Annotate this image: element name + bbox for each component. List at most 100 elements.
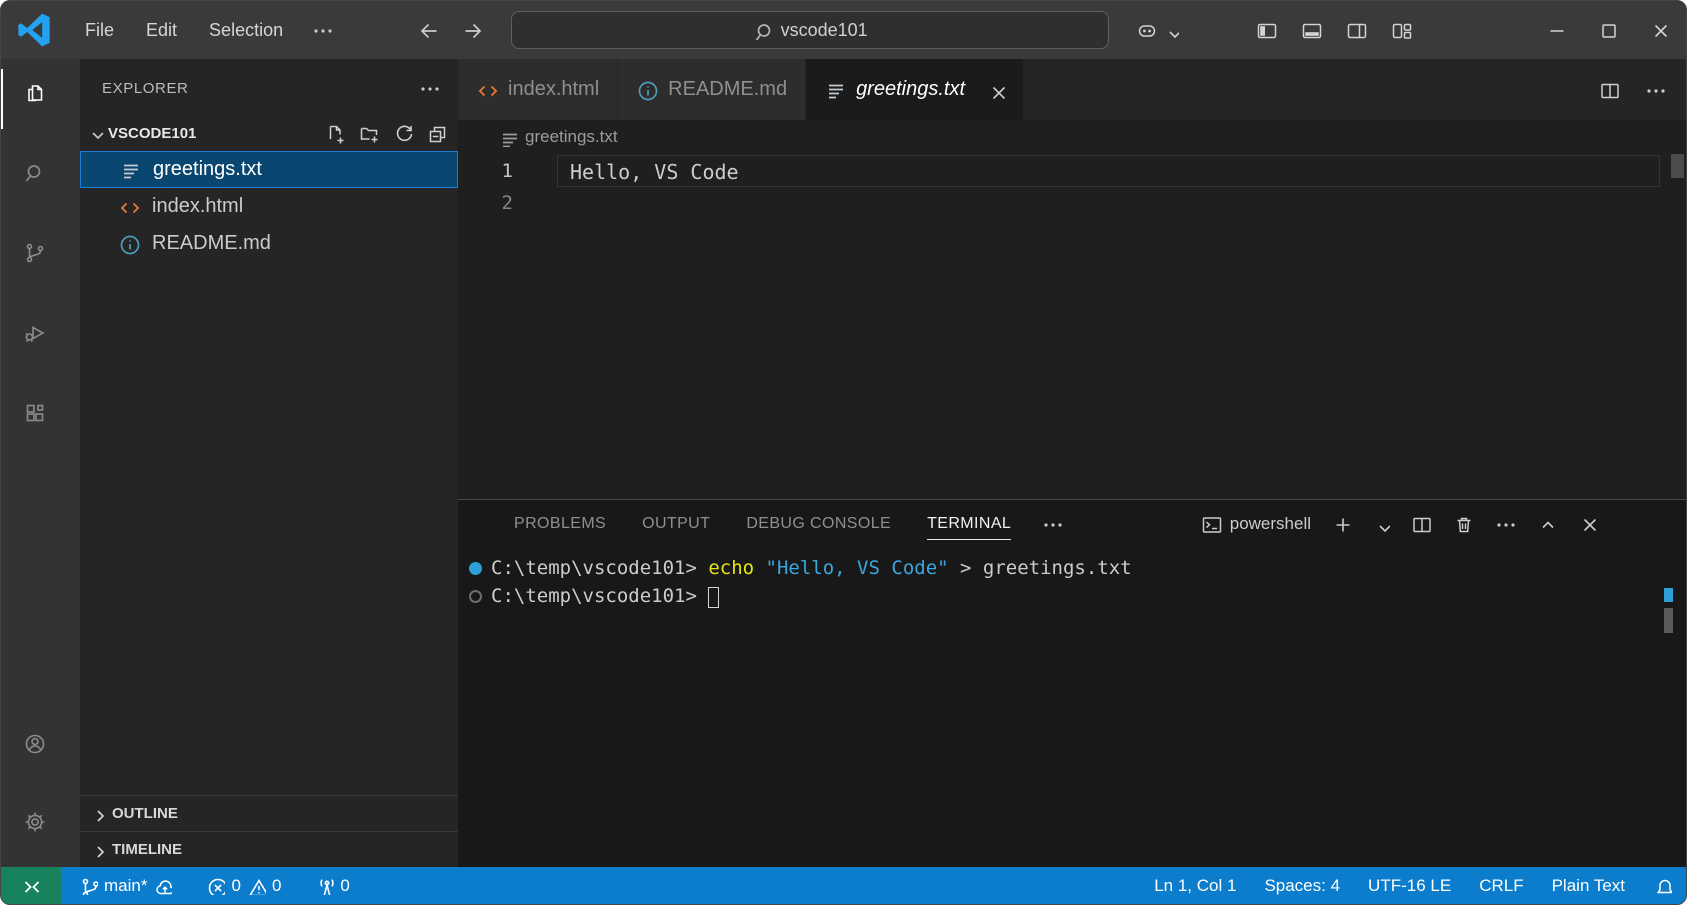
terminal-view[interactable]: C:\temp\vscode101> echo "Hello, VS Code"… [458,548,1686,867]
new-terminal-icon[interactable] [1331,513,1353,535]
sidebar-bottom-sections: OUTLINE TIMELINE [80,795,458,867]
customize-layout-icon[interactable] [1390,19,1412,41]
explorer-toolbar [324,122,448,144]
window-controls [1530,1,1686,59]
line-text: Hello, VS Code [557,155,1660,187]
breadcrumbs[interactable]: greetings.txt [458,120,1686,154]
workspace-section-header[interactable]: VSCODE101 [80,115,458,151]
activity-run-debug[interactable] [1,299,80,379]
toggle-secondary-sidebar-icon[interactable] [1345,19,1367,41]
indentation[interactable]: Spaces: 4 [1250,876,1354,896]
tab-index-html[interactable]: index.html [458,59,618,120]
search-value: vscode101 [781,20,868,41]
file-row-readme[interactable]: README.md [80,225,458,262]
close-button[interactable] [1634,1,1686,59]
eol-sequence[interactable]: CRLF [1465,876,1537,896]
terminal-prompt: C:\temp\vscode101> [491,585,708,607]
close-tab-button[interactable] [987,81,1005,99]
panel-tab-output[interactable]: OUTPUT [642,509,710,539]
activity-extensions[interactable] [1,379,80,459]
more-actions-icon[interactable] [1494,513,1516,535]
toggle-panel-icon[interactable] [1300,19,1322,41]
terminal-command: echo [708,557,765,579]
chevron-right-icon [88,804,108,824]
toggle-sidebar-icon[interactable] [1255,19,1277,41]
launch-profile-chevron-icon[interactable] [1373,516,1390,533]
activity-accounts[interactable] [1,711,80,789]
problems-status[interactable]: 0 0 [196,867,291,904]
notifications[interactable] [1639,876,1686,895]
branch-status[interactable]: main* [69,867,182,904]
editor-scrollbar-thumb[interactable] [1671,154,1684,178]
chevron-right-icon [88,840,108,860]
code-line-2: 2 [458,187,1686,219]
remote-icon [20,875,42,897]
menu-file[interactable]: File [69,14,130,47]
go-forward-button[interactable] [457,15,487,45]
kill-terminal-icon[interactable] [1452,513,1474,535]
prompt-decoration-icon[interactable] [469,590,482,603]
menu-more-button[interactable] [299,13,345,47]
copilot-button[interactable] [1135,19,1179,41]
close-panel-icon[interactable] [1578,513,1600,535]
split-terminal-icon[interactable] [1410,513,1432,535]
radio-tower-icon [315,876,334,895]
explorer-sidebar: EXPLORER VSCODE101 greetings.txt [80,59,458,867]
panel-more-tabs-button[interactable] [1041,513,1063,535]
new-file-icon[interactable] [324,122,346,144]
activity-source-control[interactable] [1,219,80,299]
scrollbar-command-mark [1664,588,1673,602]
panel-tab-terminal[interactable]: TERMINAL [927,509,1011,540]
ports-count: 0 [340,876,349,896]
maximize-button[interactable] [1582,1,1634,59]
vscode-logo-icon [17,13,51,47]
activity-settings[interactable] [1,789,80,867]
tab-greetings-txt[interactable]: greetings.txt [806,59,1024,120]
tab-label: greetings.txt [856,78,965,101]
code-line-1: 1 Hello, VS Code [458,155,1686,187]
indentation-label: Spaces: 4 [1264,876,1340,896]
minimize-button[interactable] [1530,1,1582,59]
activity-explorer[interactable] [1,59,80,139]
errors-count: 0 [231,876,240,896]
explorer-more-actions-button[interactable] [418,77,440,99]
panel-tab-debug-console[interactable]: DEBUG CONSOLE [746,509,891,539]
collapse-folders-icon[interactable] [426,122,448,144]
vscode-window: File Edit Selection vscode101 [0,0,1687,905]
maximize-panel-icon[interactable] [1536,513,1558,535]
encoding-label: UTF-16 LE [1368,876,1451,896]
cursor-position[interactable]: Ln 1, Col 1 [1140,876,1250,896]
outline-section-header[interactable]: OUTLINE [80,795,458,831]
warnings-icon [247,876,266,895]
terminal-actions: powershell [1200,513,1686,535]
html-file-icon [476,79,498,101]
timeline-section-header[interactable]: TIMELINE [80,831,458,867]
command-center-search[interactable]: vscode101 [511,11,1109,49]
encoding[interactable]: UTF-16 LE [1354,876,1465,896]
ports-status[interactable]: 0 [305,867,359,904]
file-row-index[interactable]: index.html [80,188,458,225]
refresh-icon[interactable] [392,122,414,144]
tab-label: README.md [668,78,787,101]
new-folder-icon[interactable] [358,122,380,144]
activity-search[interactable] [1,139,80,219]
active-terminal-shell[interactable]: powershell [1200,513,1311,535]
file-row-greetings[interactable]: greetings.txt [80,151,458,188]
split-editor-icon[interactable] [1598,79,1620,101]
panel-tab-problems[interactable]: PROBLEMS [514,509,606,539]
file-name: greetings.txt [153,158,262,181]
code-editor[interactable]: 1 Hello, VS Code 2 [458,154,1686,499]
remote-indicator[interactable] [1,867,61,904]
breadcrumb-item: greetings.txt [525,127,618,147]
tab-readme-md[interactable]: README.md [618,59,806,120]
command-decoration-icon[interactable] [469,562,482,575]
more-actions-icon[interactable] [1644,79,1666,101]
outline-label: OUTLINE [112,805,178,822]
terminal-scrollbar-thumb[interactable] [1664,608,1673,633]
menu-selection[interactable]: Selection [193,14,299,47]
go-back-button[interactable] [413,15,443,45]
source-control-icon [23,241,59,277]
language-mode[interactable]: Plain Text [1538,876,1639,896]
status-bar: main* 0 0 0 Ln 1, Col 1 Spaces: 4 UTF-16… [1,867,1686,904]
menu-edit[interactable]: Edit [130,14,193,47]
